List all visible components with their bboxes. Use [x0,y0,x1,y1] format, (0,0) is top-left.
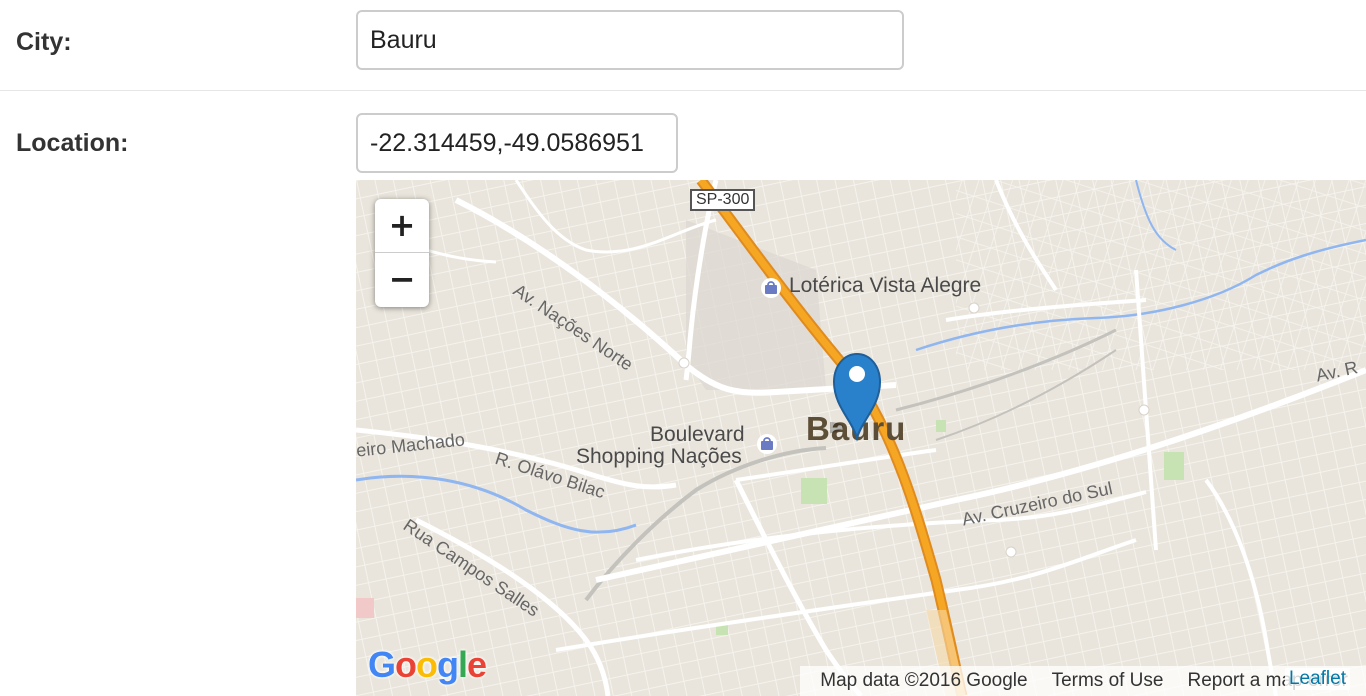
map-attribution: Map data ©2016 Google Terms of Use Repor… [800,666,1366,696]
shopping-bag-icon [761,278,781,298]
shopping-bag-icon [757,434,777,454]
zoom-out-button[interactable]: − [375,253,429,306]
city-row: City: [0,0,1366,91]
location-input[interactable] [356,113,678,173]
poi-boulevard-line1: Boulevard [650,423,745,446]
google-logo: Google [368,644,487,685]
poi-loterica-label: Lotérica Vista Alegre [789,274,982,297]
route-shield: SP-300 [690,189,756,211]
map-widget[interactable]: + − SP-300 Lotérica Vista Alegre Bouleva… [356,180,1366,696]
city-input[interactable] [356,10,904,70]
zoom-control: + − [375,199,429,307]
terms-of-use-link[interactable]: Terms of Use [1052,670,1164,692]
location-label: Location: [16,129,129,157]
map-data-text: Map data ©2016 Google [820,670,1028,691]
location-marker-icon[interactable] [830,350,890,442]
zoom-in-button[interactable]: + [375,199,429,253]
leaflet-link[interactable]: Leaflet [1284,668,1350,690]
poi-boulevard-line2: Shopping Nações [576,445,742,468]
location-row: Location: -22.314459,-49.0586951 + − SP-… [0,91,1366,696]
city-label: City: [16,28,72,56]
